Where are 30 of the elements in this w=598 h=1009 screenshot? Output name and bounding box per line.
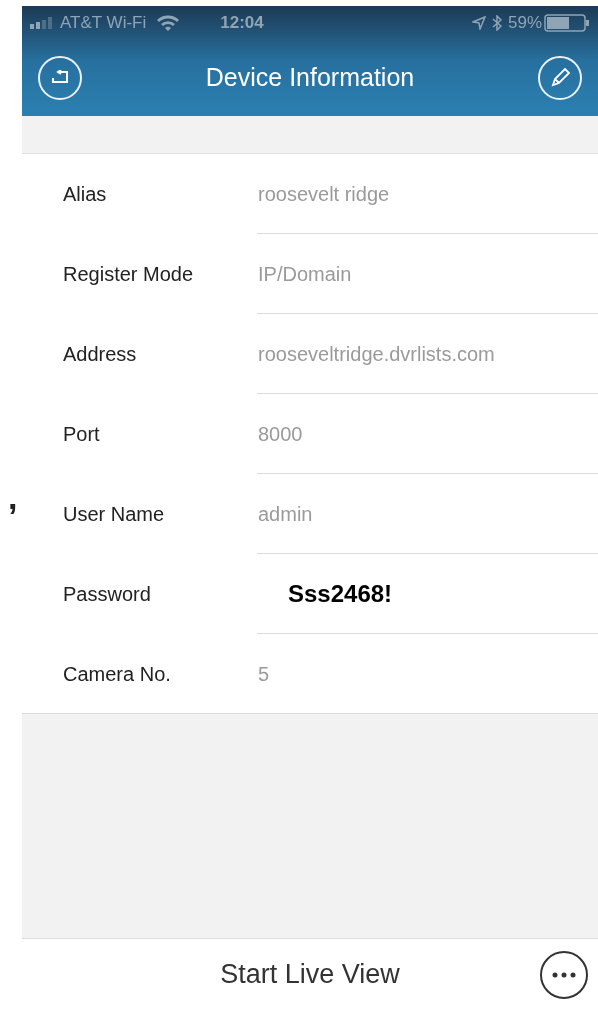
field-value: IP/Domain (258, 262, 352, 287)
location-icon (471, 16, 486, 30)
field-label: Port (62, 422, 101, 447)
battery-text: 59% (507, 12, 542, 35)
bluetooth-icon (491, 15, 502, 31)
field-label: Register Mode (62, 262, 195, 287)
field-label: Alias (62, 182, 108, 207)
start-live-view-button[interactable]: Start Live View (220, 953, 400, 995)
edit-button[interactable] (538, 56, 582, 100)
field-value: Sss2468! (288, 579, 393, 609)
ellipsis-icon (552, 972, 576, 978)
pencil-icon (549, 67, 571, 89)
field-label: Address (62, 342, 138, 367)
clock-text: 12:04 (220, 12, 264, 35)
return-arrow-icon (49, 70, 71, 86)
screen-title: Device Information (205, 62, 415, 94)
battery-icon (544, 14, 590, 32)
wifi-icon (156, 15, 181, 31)
more-button[interactable] (540, 951, 588, 999)
field-label: Password (62, 582, 152, 607)
field-value: roosevelt ridge (258, 182, 390, 207)
annotation-mark: , (8, 480, 18, 514)
field-label: User Name (62, 502, 166, 527)
field-label: Camera No. (62, 662, 172, 687)
field-value: rooseveltridge.dvrlists.com (258, 342, 495, 367)
field-value: 5 (258, 662, 270, 687)
back-button[interactable] (38, 56, 82, 100)
field-value: admin (258, 502, 313, 527)
carrier-text: AT&T Wi-Fi (60, 12, 147, 35)
field-value: 8000 (258, 422, 303, 447)
